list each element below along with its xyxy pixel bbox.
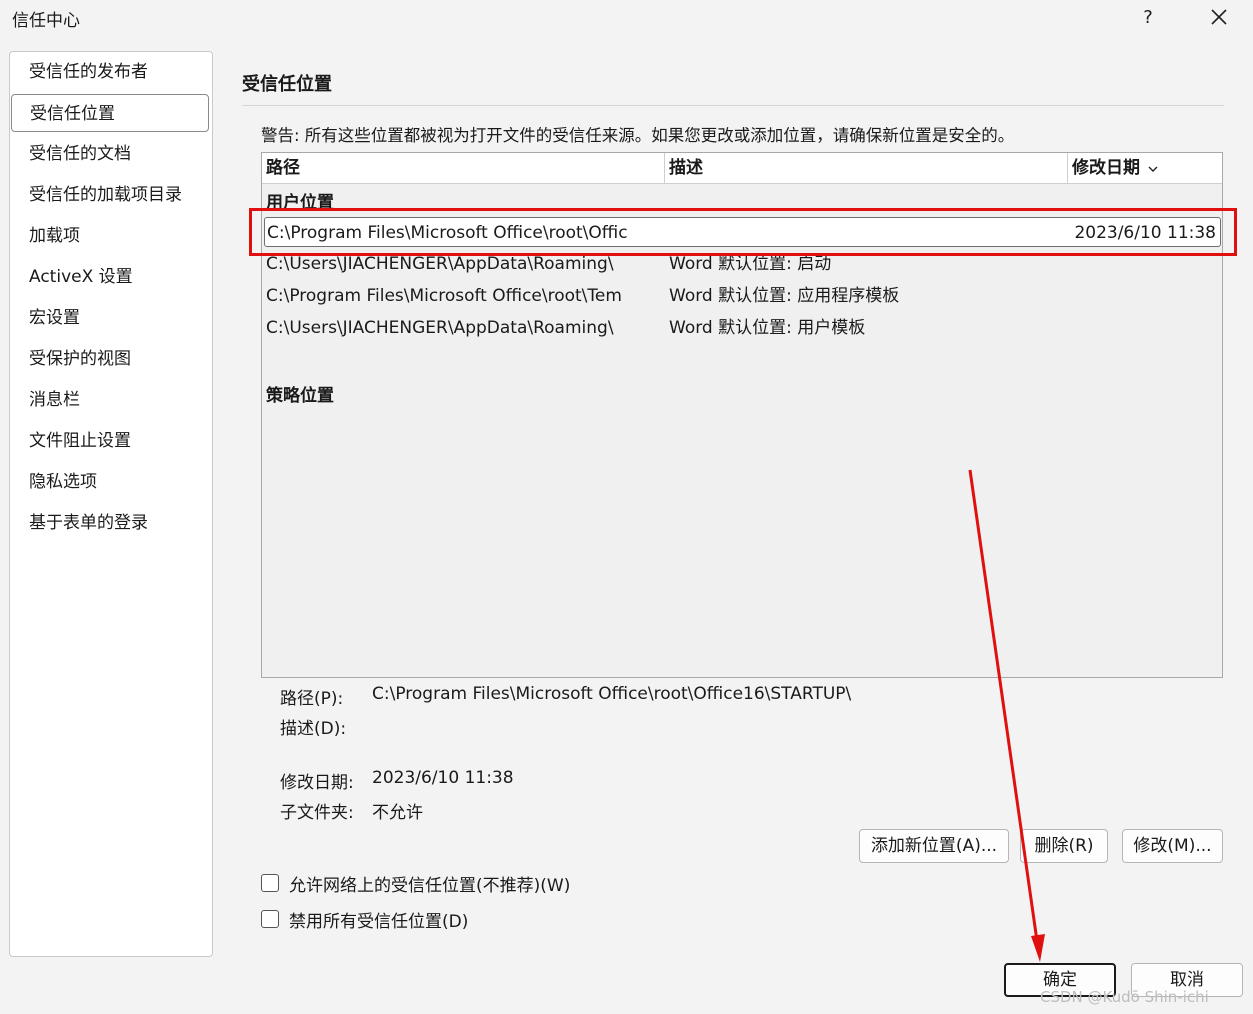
detail-date-value: 2023/6/10 11:38	[372, 768, 514, 788]
disable-all-checkbox[interactable]	[261, 910, 279, 928]
sidebar-item-macro-settings[interactable]: 宏设置	[11, 299, 209, 337]
sidebar-item-trusted-addin-catalogs[interactable]: 受信任的加载项目录	[11, 176, 209, 214]
watermark: CSDN @Kudō Shin-ichi	[1040, 988, 1209, 1006]
column-header-date-label: 修改日期	[1072, 158, 1140, 178]
list-header: 路径 描述 修改日期	[262, 153, 1222, 184]
remove-button[interactable]: 删除(R)	[1020, 829, 1108, 863]
close-button[interactable]	[1202, 2, 1236, 32]
sidebar-item-message-bar[interactable]: 消息栏	[11, 381, 209, 419]
detail-path-label: 路径(P):	[280, 689, 344, 709]
add-location-button[interactable]: 添加新位置(A)...	[859, 829, 1009, 863]
section-divider	[242, 105, 1224, 106]
column-header-path[interactable]: 路径	[262, 153, 665, 183]
table-row[interactable]: C:\Program Files\Microsoft Office\root\T…	[264, 281, 1221, 311]
sidebar-item-privacy[interactable]: 隐私选项	[11, 463, 209, 501]
sidebar-item-protected-view[interactable]: 受保护的视图	[11, 340, 209, 378]
row-description: Word 默认位置: 用户模板	[669, 318, 866, 338]
detail-path-value: C:\Program Files\Microsoft Office\root\O…	[372, 684, 852, 704]
detail-date-label: 修改日期:	[280, 773, 354, 793]
detail-subfolder-label: 子文件夹:	[280, 803, 354, 823]
sidebar-item-addins[interactable]: 加载项	[11, 217, 209, 255]
row-description: Word 默认位置: 应用程序模板	[669, 286, 900, 306]
sidebar-item-trusted-publishers[interactable]: 受信任的发布者	[11, 53, 209, 91]
sidebar-item-trusted-documents[interactable]: 受信任的文档	[11, 135, 209, 173]
sidebar-item-activex[interactable]: ActiveX 设置	[11, 258, 209, 296]
chevron-down-icon	[1148, 166, 1158, 172]
close-icon	[1211, 9, 1227, 25]
modify-button[interactable]: 修改(M)...	[1122, 829, 1223, 863]
allow-network-label[interactable]: 允许网络上的受信任位置(不推荐)(W)	[289, 871, 570, 896]
window-title: 信任中心	[12, 11, 80, 31]
detail-subfolder-value: 不允许	[372, 803, 423, 823]
table-row[interactable]: C:\Users\JIACHENGER\AppData\Roaming\ Wor…	[264, 313, 1221, 343]
section-title: 受信任位置	[242, 74, 332, 95]
row-path: C:\Program Files\Microsoft Office\root\T…	[266, 286, 622, 306]
column-header-description[interactable]: 描述	[665, 153, 1068, 183]
help-button[interactable]: ?	[1132, 4, 1164, 32]
allow-network-checkbox[interactable]	[261, 874, 279, 892]
column-header-date[interactable]: 修改日期	[1068, 153, 1222, 183]
annotation-highlight-box	[249, 208, 1237, 256]
sidebar-item-file-block[interactable]: 文件阻止设置	[11, 422, 209, 460]
disable-all-label[interactable]: 禁用所有受信任位置(D)	[289, 907, 468, 932]
sidebar: 受信任的发布者 受信任位置 受信任的文档 受信任的加载项目录 加载项 Activ…	[9, 51, 213, 957]
title-bar: 信任中心 ?	[0, 0, 1253, 40]
detail-description-label: 描述(D):	[280, 719, 347, 739]
group-label-policy: 策略位置	[266, 386, 334, 406]
warning-text: 警告: 所有这些位置都被视为打开文件的受信任来源。如果您更改或添加位置，请确保新…	[261, 126, 1015, 145]
row-path: C:\Users\JIACHENGER\AppData\Roaming\	[266, 318, 614, 338]
sidebar-item-trusted-locations[interactable]: 受信任位置	[11, 94, 209, 132]
sidebar-item-form-login[interactable]: 基于表单的登录	[11, 504, 209, 542]
